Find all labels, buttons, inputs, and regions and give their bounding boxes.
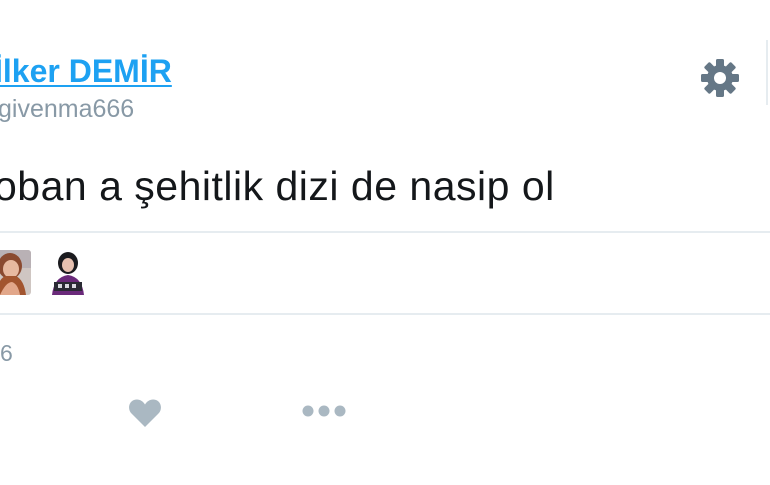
divider [0, 231, 770, 233]
gear-icon[interactable] [699, 57, 741, 99]
liker-avatar[interactable] [46, 250, 91, 295]
liker-avatar[interactable] [0, 250, 31, 295]
favorite-count: 6 [0, 340, 13, 366]
username: givenma666 [0, 95, 135, 123]
heart-icon[interactable] [128, 398, 162, 428]
header-divider [766, 40, 768, 105]
display-name-link[interactable]: İlker DEMİR [0, 53, 172, 90]
tweet-card: İlker DEMİR givenma666 oban a şehitlik d… [0, 0, 770, 485]
divider [0, 313, 770, 315]
more-dots-icon[interactable] [301, 404, 347, 418]
tweet-text: oban a şehitlik dizi de nasip ol [0, 163, 555, 209]
